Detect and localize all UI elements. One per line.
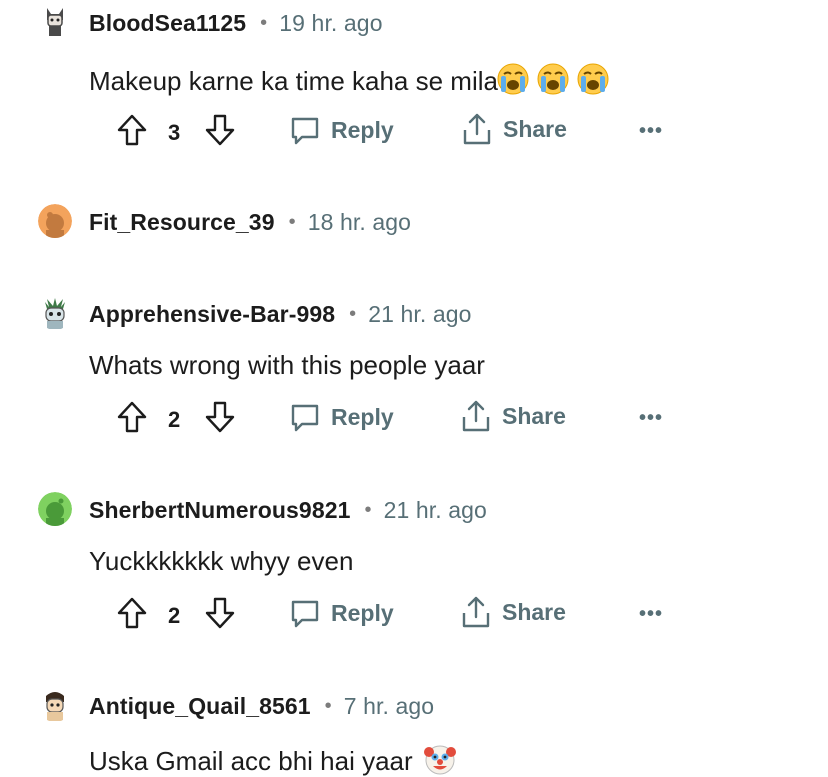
- more-options-button[interactable]: •••: [639, 120, 663, 143]
- comment-header: Antique_Quail_8561 • 7 hr. ago: [0, 684, 828, 724]
- comment-header: BloodSea1125 • 19 hr. ago: [0, 4, 828, 44]
- vote-count: 2: [168, 407, 181, 432]
- reply-label: Reply: [331, 403, 394, 430]
- comment-text: Yuckkkkkkk whyy even: [89, 546, 354, 576]
- comment-actions: 2 Reply Share •••: [0, 595, 828, 635]
- reply-label: Reply: [331, 116, 394, 143]
- separator-dot: •: [288, 211, 296, 233]
- upvote-icon: [117, 114, 147, 146]
- separator-dot: •: [349, 303, 357, 325]
- loudly-crying-face-icon: [576, 62, 610, 96]
- vote-count: 2: [168, 603, 181, 628]
- share-button[interactable]: Share: [460, 399, 566, 433]
- reply-label: Reply: [331, 599, 394, 626]
- loudly-crying-face-icon: [496, 62, 530, 96]
- separator-dot: •: [260, 12, 268, 34]
- reply-button[interactable]: Reply: [289, 401, 394, 433]
- avatar[interactable]: [38, 204, 72, 238]
- share-button[interactable]: Share: [461, 112, 567, 146]
- username[interactable]: Antique_Quail_8561 • 7 hr. ago: [89, 693, 434, 720]
- comment-header: SherbertNumerous9821 • 21 hr. ago: [0, 488, 828, 528]
- username[interactable]: Fit_Resource_39 • 18 hr. ago: [89, 209, 411, 236]
- upvote-icon: [117, 401, 147, 433]
- loudly-crying-face-icon: [536, 62, 570, 96]
- comment-body: Uska Gmail acc bhi hai yaar: [89, 742, 457, 777]
- timestamp: 21 hr. ago: [368, 301, 472, 327]
- timestamp: 19 hr. ago: [279, 10, 383, 36]
- comment-text: Makeup karne ka time kaha se mila: [89, 66, 498, 96]
- comment-text: Uska Gmail acc bhi hai yaar: [89, 746, 413, 776]
- avatar[interactable]: [38, 4, 72, 38]
- comment-icon: [291, 404, 319, 432]
- timestamp: 18 hr. ago: [307, 209, 412, 235]
- share-label: Share: [502, 598, 566, 625]
- username[interactable]: BloodSea1125 • 19 hr. ago: [89, 10, 383, 37]
- username[interactable]: Apprehensive-Bar-998 • 21 hr. ago: [89, 301, 472, 328]
- comment-body: Whats wrong with this people yaar: [89, 350, 485, 381]
- comment-body: Makeup karne ka time kaha se mila: [89, 62, 610, 97]
- share-icon: [463, 113, 491, 145]
- share-icon: [462, 400, 490, 432]
- share-icon: [462, 596, 490, 628]
- comment-text: Whats wrong with this people yaar: [89, 350, 485, 380]
- vote-count: 3: [168, 120, 181, 145]
- comment-body: Yuckkkkkkk whyy even: [89, 546, 353, 577]
- more-options-button[interactable]: •••: [639, 603, 663, 626]
- share-button[interactable]: Share: [460, 595, 566, 629]
- comment-icon: [291, 600, 319, 628]
- downvote-icon: [205, 401, 235, 433]
- reply-button[interactable]: Reply: [289, 114, 394, 146]
- separator-dot: •: [364, 499, 372, 521]
- upvote-button[interactable]: [116, 400, 148, 434]
- separator-dot: •: [324, 695, 332, 717]
- comment-actions: 3 Reply Share •••: [0, 112, 828, 152]
- downvote-button[interactable]: [204, 596, 236, 630]
- downvote-icon: [205, 597, 235, 629]
- upvote-button[interactable]: [116, 113, 148, 147]
- comment-actions: 2 Reply Share •••: [0, 399, 828, 439]
- upvote-button[interactable]: [116, 596, 148, 630]
- comment-header: Apprehensive-Bar-998 • 21 hr. ago: [0, 292, 828, 332]
- comment-icon: [291, 117, 319, 145]
- avatar[interactable]: [38, 688, 72, 722]
- timestamp: 21 hr. ago: [383, 497, 487, 523]
- upvote-icon: [117, 597, 147, 629]
- share-label: Share: [503, 115, 567, 142]
- reply-button[interactable]: Reply: [289, 597, 394, 629]
- more-options-button[interactable]: •••: [639, 407, 663, 430]
- share-label: Share: [502, 402, 566, 429]
- downvote-button[interactable]: [204, 113, 236, 147]
- avatar[interactable]: [38, 296, 72, 330]
- avatar[interactable]: [38, 492, 72, 526]
- comment-header: Fit_Resource_39 • 18 hr. ago: [0, 200, 828, 240]
- downvote-icon: [205, 114, 235, 146]
- downvote-button[interactable]: [204, 400, 236, 434]
- timestamp: 7 hr. ago: [343, 693, 435, 719]
- username[interactable]: SherbertNumerous9821 • 21 hr. ago: [89, 497, 487, 524]
